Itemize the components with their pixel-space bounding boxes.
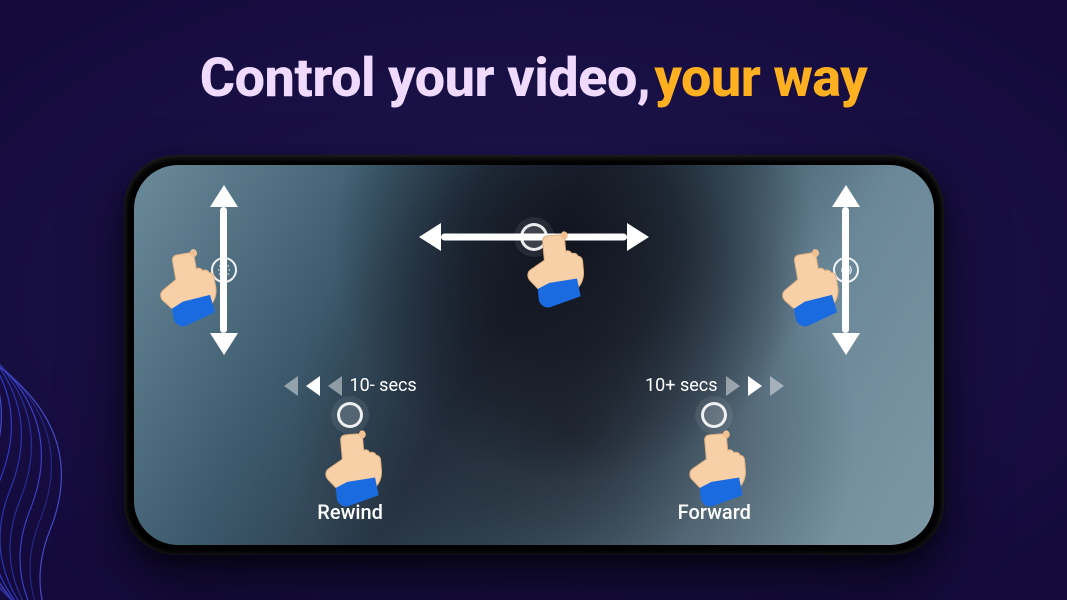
triangle-left-icon <box>328 376 342 396</box>
triangle-left-icon <box>306 376 320 396</box>
headline-part-b: your way <box>654 47 867 110</box>
gesture-brightness <box>204 185 244 355</box>
headline-part-a: Control your video, <box>200 47 651 110</box>
rewind-text: 10- secs <box>350 375 417 396</box>
gesture-forward: 10+ secs Forward <box>645 375 783 524</box>
triangle-right-icon <box>748 376 762 396</box>
touch-point-icon <box>701 402 727 428</box>
triangle-right-icon <box>770 376 784 396</box>
finger-pointer-icon <box>319 423 396 509</box>
finger-pointer-icon <box>771 240 854 331</box>
gesture-volume <box>826 185 866 355</box>
finger-pointer-icon <box>683 423 760 509</box>
triangle-left-icon <box>284 376 298 396</box>
phone-screen: 10- secs Rewind 10+ secs <box>134 165 934 545</box>
triangle-right-icon <box>726 376 740 396</box>
phone-mockup: 10- secs Rewind 10+ secs <box>124 155 944 555</box>
gesture-rewind: 10- secs Rewind <box>284 375 417 524</box>
finger-pointer-icon <box>520 224 597 310</box>
headline: Control your video,your way <box>0 52 1067 106</box>
gesture-seek <box>419 217 649 257</box>
forward-text: 10+ secs <box>645 375 717 396</box>
finger-pointer-icon <box>149 240 232 331</box>
touch-point-icon <box>337 402 363 428</box>
